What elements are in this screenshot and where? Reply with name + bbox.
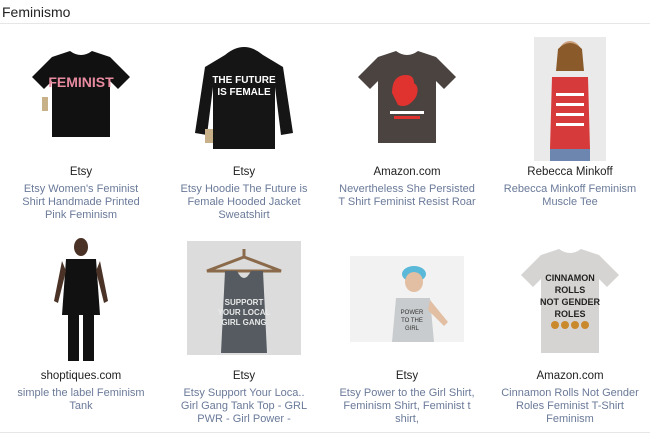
- svg-text:CINNAMON: CINNAMON: [545, 273, 595, 283]
- svg-text:POWER: POWER: [401, 310, 424, 316]
- product-thumbnail[interactable]: FEMINIST: [22, 37, 140, 155]
- product-card[interactable]: shoptiques.com simple the label Feminism…: [0, 236, 162, 426]
- product-source: Etsy: [395, 370, 419, 382]
- svg-text:ROLLS: ROLLS: [555, 285, 586, 295]
- svg-text:NOT GENDER: NOT GENDER: [540, 297, 601, 307]
- grey-tank-hanger-icon: SUPPORT YOUR LOCAL GIRL GANG: [206, 249, 282, 353]
- product-title[interactable]: simple the label Feminism Tank: [12, 387, 150, 413]
- product-card[interactable]: POWER TO THE GIRL Etsy Etsy Power to the…: [326, 236, 488, 426]
- product-thumbnail[interactable]: THE FUTURE IS FEMALE: [185, 37, 303, 155]
- brown-tshirt-icon: [358, 51, 456, 143]
- section-title: Feminismo: [2, 4, 71, 20]
- svg-text:ROLES: ROLES: [554, 309, 585, 319]
- product-title[interactable]: Nevertheless She Persisted T Shirt Femin…: [338, 183, 476, 209]
- svg-text:YOUR LOCAL: YOUR LOCAL: [218, 308, 271, 317]
- product-card[interactable]: THE FUTURE IS FEMALE Etsy Etsy Hoodie Th…: [163, 32, 325, 222]
- product-card[interactable]: Rebecca Minkoff Rebecca Minkoff Feminism…: [489, 32, 650, 222]
- product-thumbnail[interactable]: [348, 37, 466, 155]
- divider: [0, 432, 650, 433]
- product-thumbnail[interactable]: [534, 37, 606, 161]
- svg-text:THE FUTURE: THE FUTURE: [212, 75, 276, 86]
- product-source: Etsy: [232, 370, 256, 382]
- product-card[interactable]: SUPPORT YOUR LOCAL GIRL GANG Etsy Etsy S…: [163, 236, 325, 426]
- product-source: Amazon.com: [536, 370, 604, 382]
- product-card[interactable]: Amazon.com Nevertheless She Persisted T …: [326, 32, 488, 222]
- product-title[interactable]: Etsy Support Your Loca.. Girl Gang Tank …: [175, 387, 313, 426]
- thumb-text: FEMINIST: [48, 74, 114, 90]
- black-tshirt-icon: FEMINIST: [32, 51, 130, 137]
- black-hoodie-icon: THE FUTURE IS FEMALE: [195, 47, 293, 149]
- product-card[interactable]: CINNAMON ROLLS NOT GENDER ROLES Amazon.c…: [489, 236, 650, 426]
- product-title[interactable]: Etsy Women's Feminist Shirt Handmade Pri…: [12, 183, 150, 222]
- product-thumbnail[interactable]: SUPPORT YOUR LOCAL GIRL GANG: [187, 241, 301, 355]
- product-title[interactable]: Etsy Hoodie The Future is Female Hooded …: [175, 183, 313, 222]
- svg-text:GIRL: GIRL: [405, 326, 420, 332]
- red-muscle-tee-icon: [550, 41, 590, 161]
- product-title[interactable]: Cinnamon Rolls Not Gender Roles Feminist…: [501, 387, 639, 426]
- svg-text:IS FEMALE: IS FEMALE: [217, 87, 271, 98]
- product-card[interactable]: FEMINIST Etsy Etsy Women's Feminist Shir…: [0, 32, 162, 222]
- product-thumbnail[interactable]: [40, 237, 122, 361]
- product-title[interactable]: Rebecca Minkoff Feminism Muscle Tee: [501, 183, 639, 209]
- product-thumbnail[interactable]: CINNAMON ROLLS NOT GENDER ROLES: [513, 241, 627, 355]
- product-title[interactable]: Etsy Power to the Girl Shirt, Feminism S…: [338, 387, 476, 426]
- section-header: Feminismo: [0, 0, 650, 24]
- product-thumbnail[interactable]: POWER TO THE GIRL: [350, 256, 464, 342]
- svg-text:SUPPORT: SUPPORT: [225, 298, 264, 307]
- model-cap-tank-icon: POWER TO THE GIRL: [392, 266, 448, 342]
- svg-text:GIRL GANG: GIRL GANG: [221, 318, 266, 327]
- product-source: Amazon.com: [373, 166, 441, 178]
- black-tank-model-icon: [54, 238, 108, 361]
- product-source: shoptiques.com: [40, 370, 122, 382]
- grey-tshirt-cinnamon-icon: CINNAMON ROLLS NOT GENDER ROLES: [521, 249, 619, 353]
- product-source: Rebecca Minkoff: [527, 166, 613, 178]
- product-source: Etsy: [232, 166, 256, 178]
- svg-text:TO THE: TO THE: [401, 318, 423, 324]
- product-source: Etsy: [69, 166, 93, 178]
